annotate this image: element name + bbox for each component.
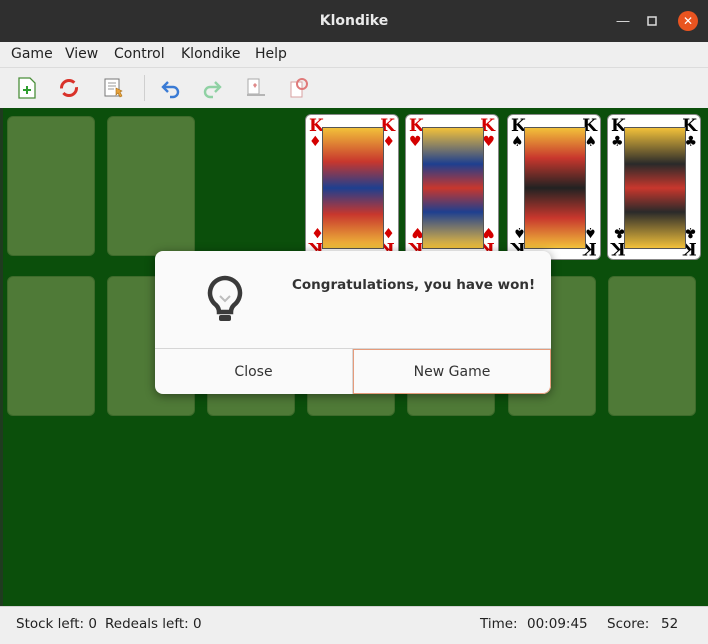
title-bar: Klondike ― ✕: [0, 0, 708, 42]
menu-control[interactable]: Control: [114, 46, 165, 62]
king-of-hearts-artwork: [422, 127, 484, 249]
score-label: Score:: [607, 616, 650, 632]
score-value: 52: [661, 616, 679, 632]
foundation-card[interactable]: K ♣ K ♣ K ♣ K ♣: [607, 114, 701, 260]
deal-icon[interactable]: [243, 75, 269, 101]
lightbulb-icon: [205, 274, 245, 326]
waste-slot[interactable]: [107, 116, 195, 256]
toolbar-separator: [144, 75, 145, 101]
redo-icon[interactable]: [199, 75, 225, 101]
close-window-icon[interactable]: ✕: [678, 11, 698, 31]
new-game-button[interactable]: New Game: [353, 349, 551, 394]
stock-slot[interactable]: [7, 116, 95, 256]
hint-icon[interactable]: [286, 75, 312, 101]
foundation-card[interactable]: K ♠ K ♠ K ♠ K ♠: [507, 114, 601, 260]
king-of-clubs-artwork: [624, 127, 686, 249]
window-title: Klondike: [319, 13, 389, 29]
undo-icon[interactable]: [158, 75, 184, 101]
king-of-diamonds-artwork: [322, 127, 384, 249]
win-message: Congratulations, you have won!: [292, 277, 536, 293]
minimize-icon[interactable]: ―: [614, 12, 632, 30]
new-game-icon[interactable]: [14, 75, 40, 101]
redeals-left-status: Redeals left: 0: [105, 616, 202, 632]
foundation-card[interactable]: K ♦ K ♦ K ♦ K ♦: [305, 114, 399, 260]
status-bar: Stock left: 0 Redeals left: 0 Time: 00:0…: [0, 606, 708, 644]
time-value: 00:09:45: [527, 616, 588, 632]
menu-game[interactable]: Game: [11, 46, 53, 62]
tableau-slot[interactable]: [7, 276, 95, 416]
win-dialog: Congratulations, you have won! Close New…: [155, 251, 551, 394]
maximize-icon[interactable]: [643, 12, 661, 30]
toolbar: [0, 68, 708, 109]
menu-bar: Game View Control Klondike Help: [0, 42, 708, 68]
menu-klondike[interactable]: Klondike: [181, 46, 241, 62]
close-button[interactable]: Close: [155, 349, 353, 394]
stock-left-status: Stock left: 0: [16, 616, 97, 632]
menu-help[interactable]: Help: [255, 46, 287, 62]
foundation-card[interactable]: K ♥ K ♥ K ♥ K ♥: [405, 114, 499, 260]
tableau-slot[interactable]: [608, 276, 696, 416]
menu-view[interactable]: View: [65, 46, 98, 62]
time-label: Time:: [480, 616, 518, 632]
restart-icon[interactable]: [56, 75, 82, 101]
select-game-icon[interactable]: [101, 75, 127, 101]
king-of-spades-artwork: [524, 127, 586, 249]
